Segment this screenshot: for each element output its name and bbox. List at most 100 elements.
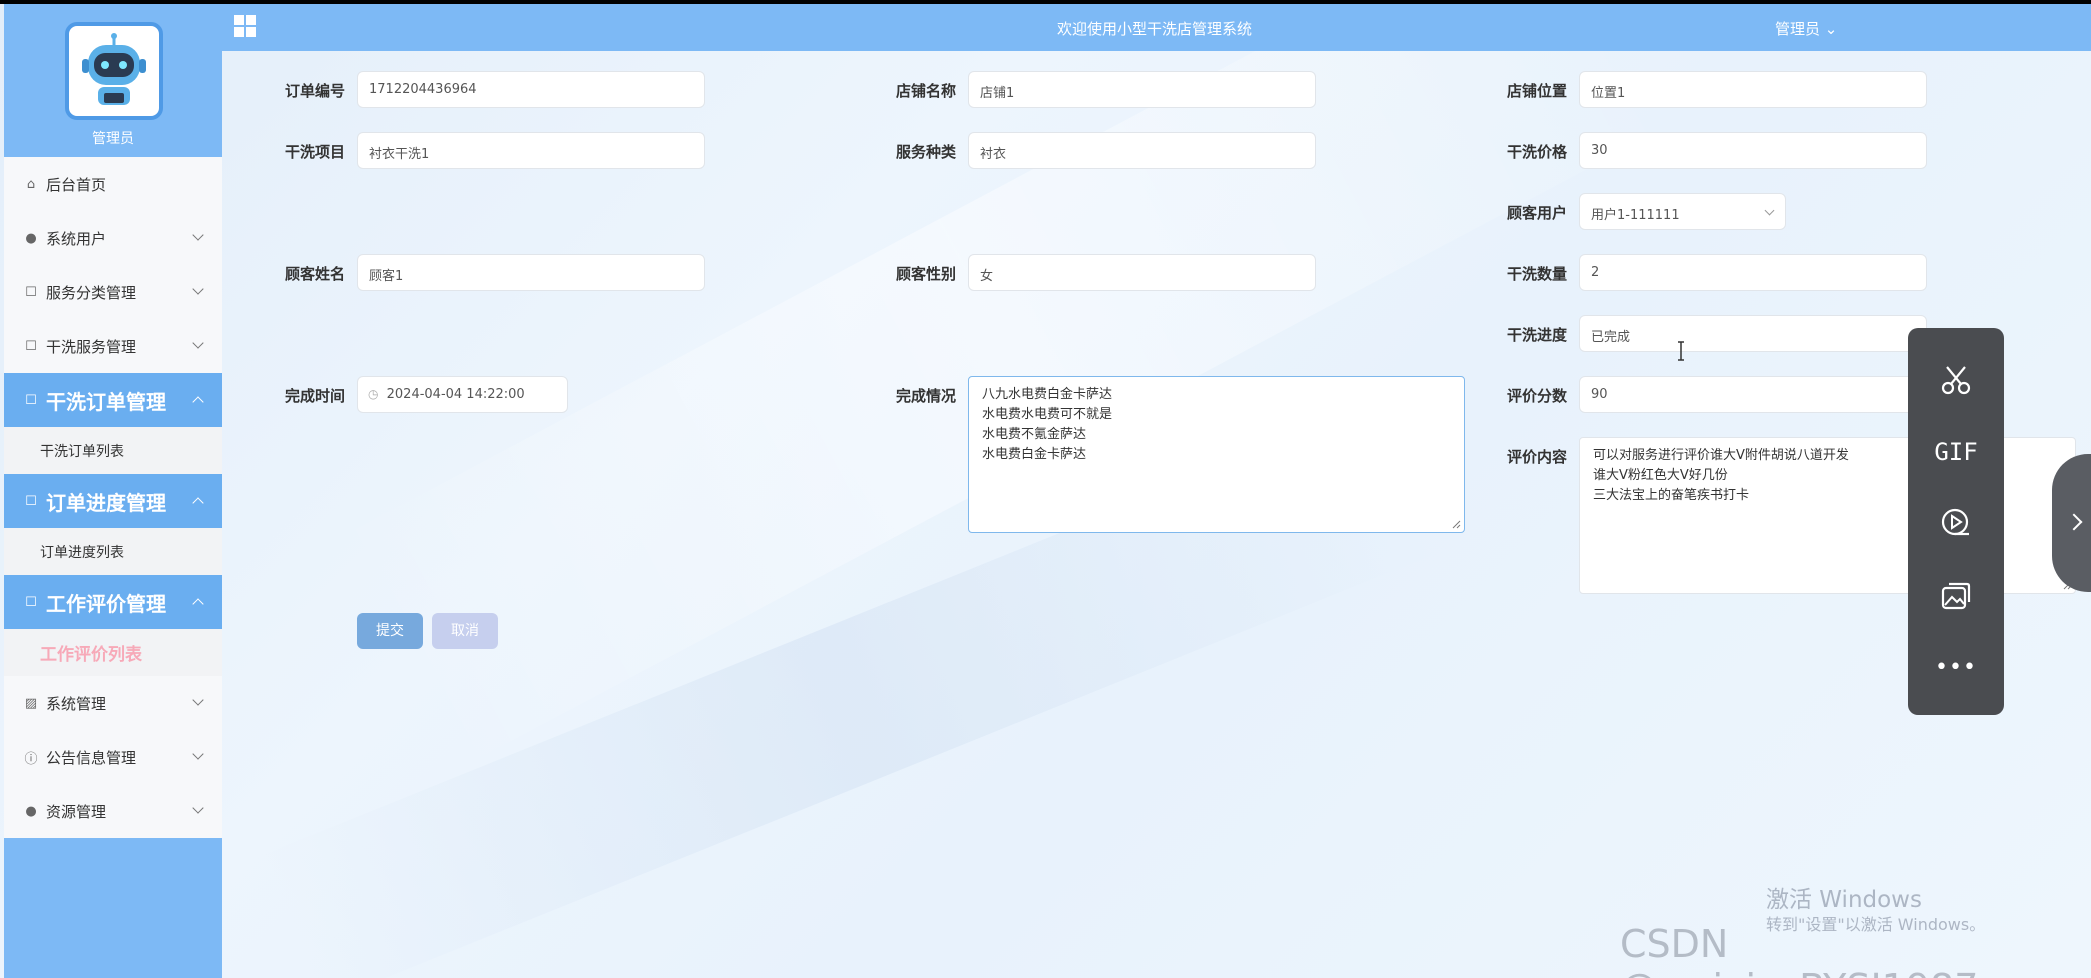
chevron-down-icon: [192, 802, 204, 814]
expand-panel-tab[interactable]: [2052, 454, 2091, 592]
more-button[interactable]: •••: [1932, 643, 1980, 691]
resize-handle-icon[interactable]: [1452, 520, 1461, 529]
shop-location-field[interactable]: 位置1: [1579, 71, 1927, 108]
record-video-button[interactable]: [1932, 499, 1980, 547]
sidebar-item-orders[interactable]: ☐ 干洗订单管理: [4, 373, 222, 427]
text-cursor-icon: [1678, 341, 1684, 361]
item-field[interactable]: 衬衣干洗1: [357, 132, 705, 169]
sidebar-item-service[interactable]: ☐ 干洗服务管理: [4, 319, 222, 373]
activate-windows-title: 激活 Windows: [1766, 887, 1922, 913]
sidebar: 管理员 ⌂ 后台首页 ● 系统用户 ☐ 服务分类管理 ☐ 干洗服务管理 ☐ 干洗…: [4, 4, 222, 978]
completion-textarea[interactable]: 八九水电费白金卡萨达 水电费水电费可不就是 水电费不氪金萨达 水电费白金卡萨达: [968, 376, 1465, 533]
edit-icon: ☐: [25, 338, 37, 354]
sidebar-item-label: 服务分类管理: [46, 283, 137, 302]
home-icon: ⌂: [26, 176, 36, 192]
customer-user-select[interactable]: 用户1-111111: [1579, 193, 1786, 230]
chevron-up-icon: [192, 497, 204, 509]
finish-time-picker[interactable]: ◷ 2024-04-04 14:22:00: [357, 376, 568, 413]
image-icon: ▨: [24, 695, 38, 711]
price-field[interactable]: 30: [1579, 132, 1927, 169]
image-capture-button[interactable]: [1932, 571, 1980, 619]
top-bar: 欢迎使用小型干洗店管理系统 管理员 ⌄: [222, 4, 2091, 51]
chevron-up-icon: [192, 396, 204, 408]
avatar: [65, 22, 163, 120]
sidebar-item-home[interactable]: ⌂ 后台首页: [4, 157, 222, 211]
order-no-field[interactable]: 1712204436964: [357, 71, 705, 108]
chevron-down-icon: [192, 283, 204, 295]
edit-icon: ☐: [25, 594, 37, 610]
pin-icon: ●: [25, 803, 37, 819]
scissors-icon: [1941, 366, 1971, 395]
sidebar-item-label: 干洗订单管理: [46, 389, 166, 414]
chevron-right-icon: [2065, 513, 2083, 531]
textarea-line: 水电费白金卡萨达: [982, 447, 1087, 462]
sidebar-subitem-review-list[interactable]: 工作评价列表: [4, 629, 222, 676]
edit-icon: ☐: [25, 493, 37, 509]
edit-icon: ☐: [25, 392, 37, 408]
score-label: 评价分数: [1506, 387, 1567, 405]
sidebar-item-label: 工作评价管理: [46, 591, 166, 616]
chevron-down-icon: [192, 694, 204, 706]
chevron-down-icon: [192, 229, 204, 241]
sidebar-item-label: 公告信息管理: [46, 748, 137, 767]
capture-toolbar: GIF •••: [1908, 328, 2004, 715]
review-label: 评价内容: [1506, 448, 1567, 466]
clock-icon: ◷: [368, 387, 379, 401]
sidebar-menu: ⌂ 后台首页 ● 系统用户 ☐ 服务分类管理 ☐ 干洗服务管理 ☐ 干洗订单管理: [4, 157, 222, 838]
gif-button[interactable]: GIF: [1932, 428, 1980, 476]
sidebar-item-service-category[interactable]: ☐ 服务分类管理: [4, 265, 222, 319]
progress-label: 干洗进度: [1506, 326, 1567, 344]
chevron-down-icon: [1764, 205, 1775, 216]
sidebar-item-label: 后台首页: [46, 175, 107, 194]
customer-user-value: 用户1-111111: [1591, 208, 1680, 223]
csdn-watermark: CSDN @weixin_BYSJ1987: [1620, 922, 1978, 978]
user-icon: ●: [25, 230, 37, 246]
sidebar-subitem-order-list[interactable]: 干洗订单列表: [4, 427, 222, 474]
shop-name-field[interactable]: 店铺1: [968, 71, 1316, 108]
sidebar-item-notices[interactable]: ⓘ 公告信息管理: [4, 730, 222, 784]
chevron-up-icon: [192, 598, 204, 610]
user-menu[interactable]: 管理员 ⌄: [1775, 18, 1837, 39]
sidebar-subitem-progress-list[interactable]: 订单进度列表: [4, 528, 222, 575]
price-label: 干洗价格: [1506, 143, 1567, 161]
score-field[interactable]: 90: [1579, 376, 1927, 413]
submit-button[interactable]: 提交: [357, 613, 423, 649]
customer-user-label: 顾客用户: [1506, 204, 1567, 222]
sidebar-item-system-users[interactable]: ● 系统用户: [4, 211, 222, 265]
chevron-down-icon: [192, 337, 204, 349]
completion-label: 完成情况: [895, 387, 956, 405]
quantity-field[interactable]: 2: [1579, 254, 1927, 291]
item-label: 干洗项目: [284, 143, 345, 161]
image-capture-icon: [1941, 582, 1971, 610]
textarea-line: 水电费水电费可不就是: [982, 407, 1113, 422]
sidebar-item-label: 系统用户: [46, 229, 107, 248]
sidebar-item-progress[interactable]: ☐ 订单进度管理: [4, 474, 222, 528]
robot-avatar-icon: [82, 33, 146, 105]
customer-gender-field[interactable]: 女: [968, 254, 1316, 291]
shop-name-label: 店铺名称: [895, 82, 956, 100]
system-title: 欢迎使用小型干洗店管理系统: [1056, 20, 1252, 38]
edit-icon: ☐: [25, 284, 37, 300]
finish-time-label: 完成时间: [284, 387, 345, 405]
customer-name-field[interactable]: 顾客1: [357, 254, 705, 291]
customer-name-label: 顾客姓名: [284, 265, 345, 283]
sidebar-role: 管理员: [92, 131, 134, 147]
scissors-button[interactable]: [1932, 356, 1980, 404]
sidebar-item-reviews[interactable]: ☐ 工作评价管理: [4, 575, 222, 629]
shop-location-label: 店铺位置: [1506, 82, 1567, 100]
info-icon: ⓘ: [24, 751, 38, 767]
sidebar-item-label: 干洗服务管理: [46, 337, 137, 356]
progress-field[interactable]: 已完成: [1579, 315, 1927, 352]
chevron-down-icon: [192, 748, 204, 760]
service-type-field[interactable]: 衬衣: [968, 132, 1316, 169]
service-type-label: 服务种类: [895, 143, 956, 161]
sidebar-item-resources[interactable]: ● 资源管理: [4, 784, 222, 838]
video-record-icon: [1941, 508, 1969, 536]
cancel-button[interactable]: 取消: [432, 613, 498, 649]
textarea-line: 水电费不氪金萨达: [982, 427, 1087, 442]
sidebar-item-system[interactable]: ▨ 系统管理: [4, 676, 222, 730]
sidebar-item-label: 订单进度管理: [46, 490, 166, 515]
customer-gender-label: 顾客性别: [895, 265, 956, 283]
finish-time-value: 2024-04-04 14:22:00: [386, 387, 525, 402]
sidebar-header: 管理员: [4, 4, 222, 157]
